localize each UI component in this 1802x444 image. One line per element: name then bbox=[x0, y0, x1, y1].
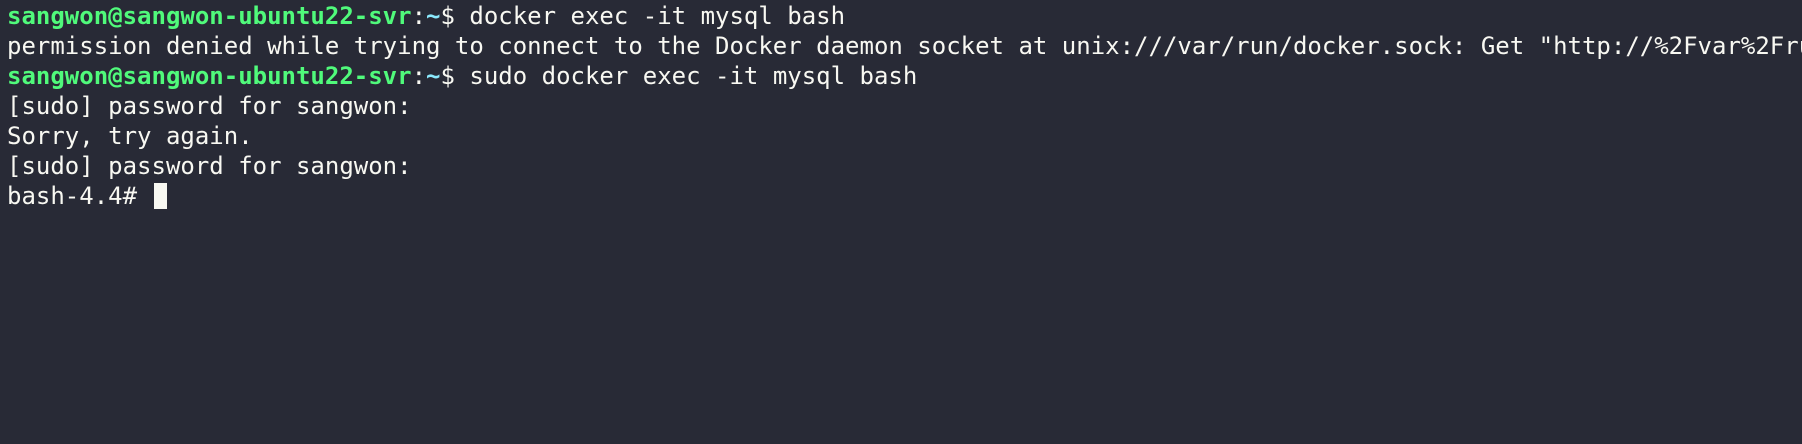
prompt-user-host: sangwon@sangwon-ubuntu22-svr bbox=[7, 2, 412, 30]
output-line: [sudo] password for sangwon: bbox=[7, 92, 412, 120]
terminal-window[interactable]: sangwon@sangwon-ubuntu22-svr:~$ docker e… bbox=[0, 0, 1802, 444]
command-line: sangwon@sangwon-ubuntu22-svr:~$ docker e… bbox=[7, 1, 1802, 31]
active-input-line[interactable]: bash-4.4# bbox=[7, 181, 1802, 211]
prompt-user-host: sangwon@sangwon-ubuntu22-svr bbox=[7, 62, 412, 90]
prompt-path: ~ bbox=[426, 62, 441, 90]
prompt-separator: : bbox=[411, 2, 427, 30]
output-line: permission denied while trying to connec… bbox=[7, 32, 1802, 60]
output-line: [sudo] password for sangwon: bbox=[7, 152, 412, 180]
prompt-path: ~ bbox=[426, 2, 441, 30]
output-line: Sorry, try again. bbox=[7, 122, 253, 150]
prompt-separator: : bbox=[411, 62, 427, 90]
command-text: docker exec -it mysql bash bbox=[454, 2, 846, 30]
command-line: sangwon@sangwon-ubuntu22-svr:~$ sudo doc… bbox=[7, 61, 1802, 91]
command-text: sudo docker exec -it mysql bash bbox=[454, 62, 918, 90]
prompt-symbol: $ bbox=[440, 2, 455, 30]
prompt-symbol: $ bbox=[440, 62, 455, 90]
bash-prompt: bash-4.4# bbox=[7, 182, 152, 210]
text-cursor[interactable] bbox=[153, 183, 167, 209]
